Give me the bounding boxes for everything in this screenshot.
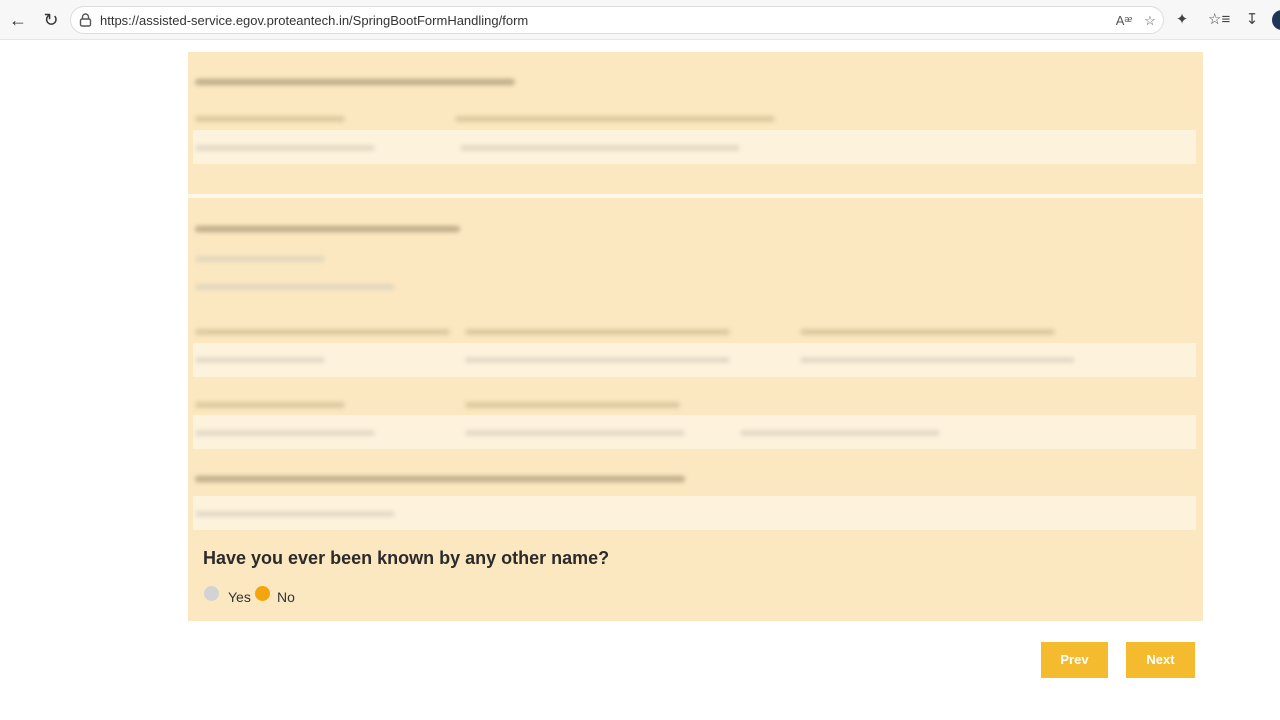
profile-avatar[interactable] xyxy=(1272,10,1280,30)
blurred-value xyxy=(800,357,1075,363)
radio-yes-label[interactable]: Yes xyxy=(228,589,251,605)
address-bar[interactable]: https://assisted-service.egov.proteantec… xyxy=(70,6,1164,34)
url-text[interactable]: https://assisted-service.egov.proteantec… xyxy=(100,13,528,28)
blurred-label xyxy=(195,329,450,335)
blurred-value xyxy=(460,145,740,151)
favorites-list-icon[interactable]: ☆≡ xyxy=(1208,9,1230,31)
reload-icon[interactable]: ↻ xyxy=(39,8,63,32)
blurred-label xyxy=(195,116,345,122)
blurred-label xyxy=(800,329,1055,335)
extensions-icon[interactable]: ✦ xyxy=(1171,9,1193,31)
section-divider xyxy=(188,194,1203,198)
blurred-label xyxy=(455,116,775,122)
blurred-heading xyxy=(195,476,685,482)
blurred-heading xyxy=(195,79,515,85)
radio-no[interactable] xyxy=(255,586,270,601)
blurred-label xyxy=(195,402,345,408)
prev-button[interactable]: Prev xyxy=(1041,642,1108,678)
next-button[interactable]: Next xyxy=(1126,642,1195,678)
lock-icon xyxy=(79,13,92,27)
blurred-value xyxy=(195,430,375,436)
back-arrow-icon[interactable]: ← xyxy=(6,8,30,32)
blurred-value xyxy=(195,284,395,290)
blurred-value xyxy=(465,357,730,363)
read-aloud-icon[interactable]: Aᵆ xyxy=(1114,11,1134,31)
favorite-star-icon[interactable]: ☆ xyxy=(1140,11,1160,31)
radio-no-label[interactable]: No xyxy=(277,589,295,605)
blurred-value xyxy=(740,430,940,436)
blurred-label xyxy=(195,256,325,262)
blurred-value xyxy=(195,145,375,151)
other-name-question: Have you ever been known by any other na… xyxy=(203,548,610,568)
blurred-label xyxy=(465,402,680,408)
blurred-value xyxy=(195,511,395,517)
blurred-value xyxy=(195,357,325,363)
browser-toolbar: ← ↻ https://assisted-service.egov.protea… xyxy=(0,0,1280,40)
radio-yes[interactable] xyxy=(204,586,219,601)
download-icon[interactable]: ↧ xyxy=(1241,9,1263,31)
blurred-label xyxy=(465,329,730,335)
blurred-heading xyxy=(195,226,460,232)
blurred-value xyxy=(465,430,685,436)
